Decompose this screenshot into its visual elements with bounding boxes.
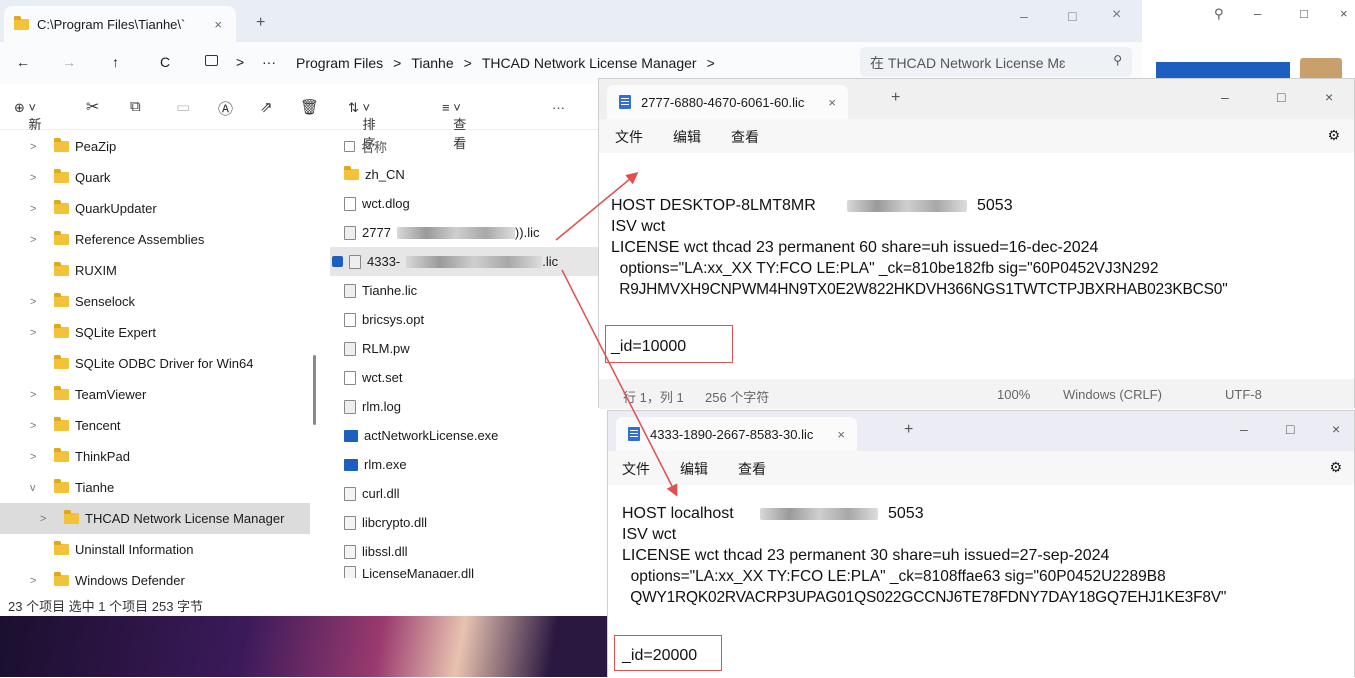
arrow-to-notepad-1	[555, 172, 639, 241]
annotation-arrows	[555, 172, 678, 497]
arrow-to-notepad-2	[561, 269, 678, 497]
